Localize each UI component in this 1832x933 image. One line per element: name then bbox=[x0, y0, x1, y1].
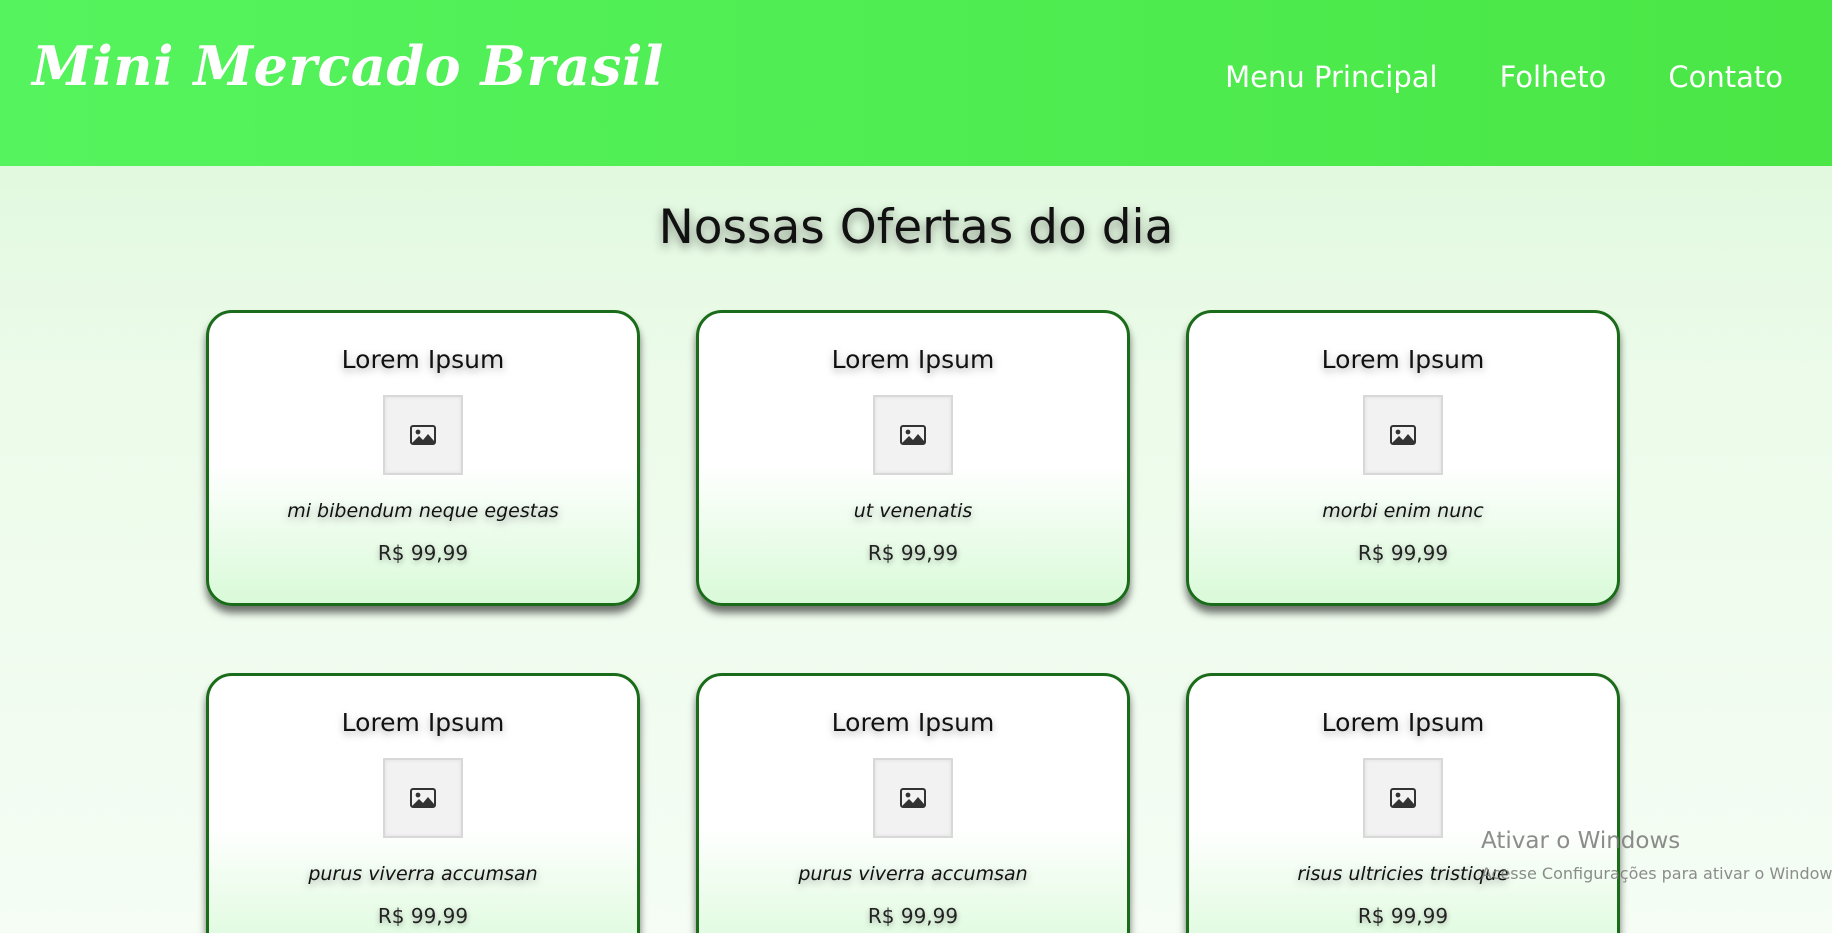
offer-card-title: Lorem Ipsum bbox=[341, 345, 505, 374]
offer-card-description: purus viverra accumsan bbox=[798, 863, 1028, 885]
offer-card-description: purus viverra accumsan bbox=[308, 863, 538, 885]
nav-link-menu-principal[interactable]: Menu Principal bbox=[1225, 60, 1437, 94]
offer-card-price: R$ 99,99 bbox=[1357, 541, 1449, 565]
offer-card-image bbox=[873, 758, 953, 838]
offer-card-price: R$ 99,99 bbox=[1357, 904, 1449, 928]
main-nav: Menu Principal Folheto Contato bbox=[1225, 60, 1783, 94]
offer-card-image bbox=[1363, 758, 1443, 838]
offer-card-title: Lorem Ipsum bbox=[831, 345, 995, 374]
offer-card-price: R$ 99,99 bbox=[867, 904, 959, 928]
page-title: Nossas Ofertas do dia bbox=[658, 200, 1174, 255]
image-icon bbox=[410, 788, 436, 808]
offer-card[interactable]: Lorem Ipsum purus viverra accumsan R$ 99… bbox=[696, 673, 1130, 933]
offer-card[interactable]: Lorem Ipsum ut venenatis R$ 99,99 bbox=[696, 310, 1130, 606]
image-icon bbox=[1390, 425, 1416, 445]
site-header: Mini Mercado Brasil Menu Principal Folhe… bbox=[0, 0, 1832, 166]
offer-card-image bbox=[873, 395, 953, 475]
offer-card-title: Lorem Ipsum bbox=[341, 708, 505, 737]
offer-card-title: Lorem Ipsum bbox=[1321, 708, 1485, 737]
offer-card-description: mi bibendum neque egestas bbox=[287, 500, 559, 522]
offer-card-image bbox=[1363, 395, 1443, 475]
offer-card[interactable]: Lorem Ipsum risus ultricies tristique R$… bbox=[1186, 673, 1620, 933]
image-icon bbox=[1390, 788, 1416, 808]
offer-card-description: ut venenatis bbox=[853, 500, 973, 522]
offer-card-description: risus ultricies tristique bbox=[1297, 863, 1509, 885]
image-icon bbox=[900, 788, 926, 808]
offer-card-description: morbi enim nunc bbox=[1322, 500, 1484, 522]
nav-link-folheto[interactable]: Folheto bbox=[1500, 60, 1607, 94]
nav-link-contato[interactable]: Contato bbox=[1668, 60, 1783, 94]
offer-card[interactable]: Lorem Ipsum mi bibendum neque egestas R$… bbox=[206, 310, 640, 606]
offer-card-title: Lorem Ipsum bbox=[1321, 345, 1485, 374]
site-logo-text[interactable]: Mini Mercado Brasil bbox=[32, 34, 664, 98]
image-icon bbox=[410, 425, 436, 445]
offer-card-price: R$ 99,99 bbox=[867, 541, 959, 565]
offer-card-image bbox=[383, 395, 463, 475]
offer-card[interactable]: Lorem Ipsum purus viverra accumsan R$ 99… bbox=[206, 673, 640, 933]
offer-card-image bbox=[383, 758, 463, 838]
image-icon bbox=[900, 425, 926, 445]
offer-card-price: R$ 99,99 bbox=[377, 541, 469, 565]
offer-card-price: R$ 99,99 bbox=[377, 904, 469, 928]
offer-card[interactable]: Lorem Ipsum morbi enim nunc R$ 99,99 bbox=[1186, 310, 1620, 606]
offer-card-title: Lorem Ipsum bbox=[831, 708, 995, 737]
